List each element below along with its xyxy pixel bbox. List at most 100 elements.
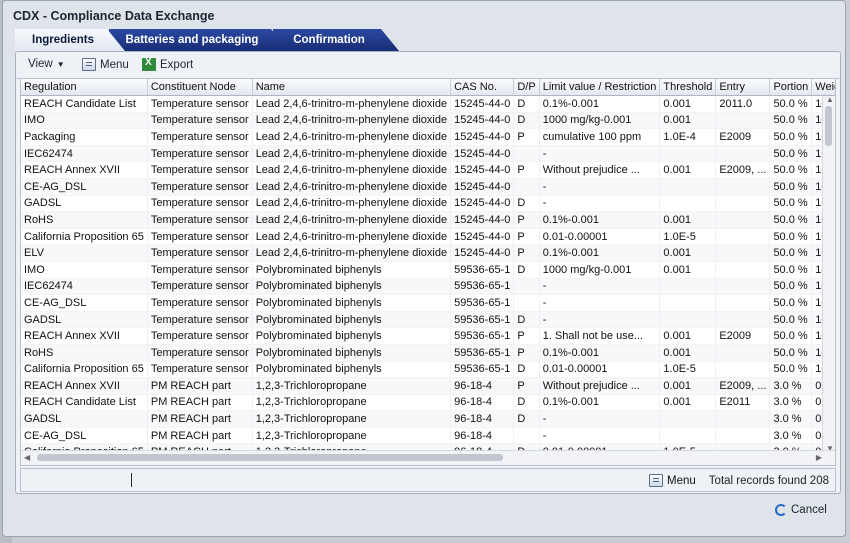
column-header[interactable]: Limit value / Restriction xyxy=(539,79,661,96)
table-cell: Temperature sensor xyxy=(147,344,253,362)
table-row[interactable]: CE-AG_DSL Temperature sensor Lead 2,4,6-tr… xyxy=(21,178,835,196)
vertical-scrollbar[interactable]: ▲ ▼ xyxy=(822,95,835,453)
table-cell: 50.0 % xyxy=(769,294,813,312)
table-cell: Polybrominated biphenyls xyxy=(252,344,452,362)
table-cell: Without prejudice ... xyxy=(539,377,661,395)
table-cell: D xyxy=(513,195,540,213)
table-cell: IEC62474 xyxy=(21,145,148,163)
tab-confirmation[interactable]: Confirmation xyxy=(273,29,399,51)
footer-menu-label: Menu xyxy=(667,474,696,487)
menu-button[interactable]: Menu xyxy=(82,58,129,71)
footer-menu-button[interactable]: Menu xyxy=(649,474,696,487)
column-header[interactable]: CAS No. xyxy=(450,79,515,96)
table-cell xyxy=(659,427,717,445)
table-cell: 59536-65-1 xyxy=(450,344,515,362)
table-cell: D xyxy=(513,112,540,130)
table-row[interactable]: IEC62474 Temperature sensor Lead 2,4,6-tri… xyxy=(21,145,835,163)
table-row[interactable]: RoHS Temperature sensor Polybrominated bip… xyxy=(21,344,835,362)
table-cell: 15245-44-0 xyxy=(450,178,515,196)
table-row[interactable]: Packaging Temperature sensor Lead 2,4,6-tr… xyxy=(21,128,835,146)
table-cell: P xyxy=(513,228,540,246)
scroll-right-icon[interactable]: ▶ xyxy=(816,453,822,462)
horizontal-scrollbar[interactable]: ◀ ▶ xyxy=(21,450,835,465)
table-cell xyxy=(715,311,771,329)
table-cell xyxy=(715,244,771,262)
scroll-up-icon[interactable]: ▲ xyxy=(826,95,834,104)
table-cell xyxy=(513,178,540,196)
table-row[interactable]: IMO Temperature sensor Polybrominated biph… xyxy=(21,261,835,279)
table-cell: - xyxy=(539,410,661,428)
table-cell: RoHS xyxy=(21,211,148,229)
table-cell: 3.0 % xyxy=(769,427,813,445)
table-row[interactable]: RoHS Temperature sensor Lead 2,4,6-trinitr… xyxy=(21,211,835,229)
table-cell: 0.001 xyxy=(659,327,717,345)
column-header[interactable]: Name xyxy=(252,79,452,96)
column-header[interactable]: D/P xyxy=(513,79,540,96)
column-header[interactable]: Weight xyxy=(811,79,835,96)
table-row[interactable]: REACH Annex XVII Temperature sensor Lead 2… xyxy=(21,161,835,179)
column-header[interactable]: Entry xyxy=(715,79,771,96)
table-row[interactable]: CE-AG_DSL PM REACH part 1,2,3-Trichloropro… xyxy=(21,427,835,445)
table-cell: - xyxy=(539,145,661,163)
table-row[interactable]: California Proposition 65 Temperature sen… xyxy=(21,361,835,379)
table-cell: 1,2,3-Trichloropropane xyxy=(252,377,452,395)
table-cell: 15245-44-0 xyxy=(450,95,515,113)
table-cell: 0.001 xyxy=(659,344,717,362)
cancel-button[interactable]: Cancel xyxy=(775,504,827,516)
table-cell: 15245-44-0 xyxy=(450,128,515,146)
view-dropdown[interactable]: View ▼ xyxy=(28,58,65,70)
vertical-scroll-thumb[interactable] xyxy=(825,106,832,146)
table-cell: 15245-44-0 xyxy=(450,161,515,179)
table-cell: 0.1%-0.001 xyxy=(539,211,661,229)
table-cell: GADSL xyxy=(21,195,148,213)
table-row[interactable]: REACH Annex XVII Temperature sensor Polybr… xyxy=(21,327,835,345)
table-row[interactable]: CE-AG_DSL Temperature sensor Polybrominate… xyxy=(21,294,835,312)
tab-ingredients[interactable]: Ingredients xyxy=(15,29,125,51)
column-header[interactable]: Threshold xyxy=(659,79,717,96)
table-cell: IMO xyxy=(21,112,148,130)
column-header[interactable]: Constituent Node xyxy=(147,79,253,96)
table-cell: Lead 2,4,6-trinitro-m-phenylene dioxide xyxy=(252,195,452,213)
column-header[interactable]: Regulation xyxy=(21,79,148,96)
table-cell xyxy=(659,410,717,428)
table-cell xyxy=(513,294,540,312)
table-cell: Temperature sensor xyxy=(147,361,253,379)
table-cell xyxy=(513,278,540,296)
horizontal-scroll-thumb[interactable] xyxy=(37,454,503,461)
table-cell: REACH Candidate List xyxy=(21,394,148,412)
table-cell: Lead 2,4,6-trinitro-m-phenylene dioxide xyxy=(252,244,452,262)
table-row[interactable]: IMO Temperature sensor Lead 2,4,6-trinitro… xyxy=(21,112,835,130)
scroll-left-icon[interactable]: ◀ xyxy=(24,453,30,462)
table-cell: 50.0 % xyxy=(769,361,813,379)
table-row[interactable]: California Proposition 65 Temperature sen… xyxy=(21,228,835,246)
grid-toolbar: View ▼ Menu Export xyxy=(16,52,840,79)
ingredients-grid: Regulation Constituent Node Name CAS No. D/P… xyxy=(20,78,836,466)
table-cell: E2009, ... xyxy=(715,161,771,179)
table-cell: Lead 2,4,6-trinitro-m-phenylene dioxide xyxy=(252,161,452,179)
column-header[interactable]: Portion xyxy=(769,79,813,96)
table-row[interactable]: GADSL PM REACH part 1,2,3-Trichloropropane… xyxy=(21,410,835,428)
table-row[interactable]: GADSL Temperature sensor Lead 2,4,6-trinit… xyxy=(21,195,835,213)
table-cell: Temperature sensor xyxy=(147,112,253,130)
table-row[interactable]: IEC62474 Temperature sensor Polybrominated… xyxy=(21,278,835,296)
table-cell xyxy=(513,145,540,163)
table-cell: 0.001 xyxy=(659,95,717,113)
table-cell: 15245-44-0 xyxy=(450,112,515,130)
export-button[interactable]: Export xyxy=(142,57,193,71)
tab-batteries-and-packaging[interactable]: Batteries and packaging xyxy=(109,29,289,51)
table-cell xyxy=(513,427,540,445)
cdx-dialog: CDX - Compliance Data Exchange Ingredien… xyxy=(2,0,846,537)
table-row[interactable]: REACH Candidate List Temperature sensor Le… xyxy=(21,95,835,113)
cancel-label: Cancel xyxy=(791,504,827,516)
table-row[interactable]: REACH Candidate List PM REACH part 1,2,3-T… xyxy=(21,394,835,412)
table-cell: D xyxy=(513,311,540,329)
table-cell: 1000 mg/kg-0.001 xyxy=(539,261,661,279)
table-row[interactable]: GADSL Temperature sensor Polybrominated bi… xyxy=(21,311,835,329)
table-cell: Temperature sensor xyxy=(147,128,253,146)
table-header-row: Regulation Constituent Node Name CAS No. D/P… xyxy=(21,79,835,96)
table-row[interactable]: REACH Annex XVII PM REACH part 1,2,3-Trich… xyxy=(21,377,835,395)
table-row[interactable]: ELV Temperature sensor Lead 2,4,6-trinitro… xyxy=(21,244,835,262)
table-cell: Temperature sensor xyxy=(147,145,253,163)
table-cell: 50.0 % xyxy=(769,112,813,130)
table-cell xyxy=(715,145,771,163)
